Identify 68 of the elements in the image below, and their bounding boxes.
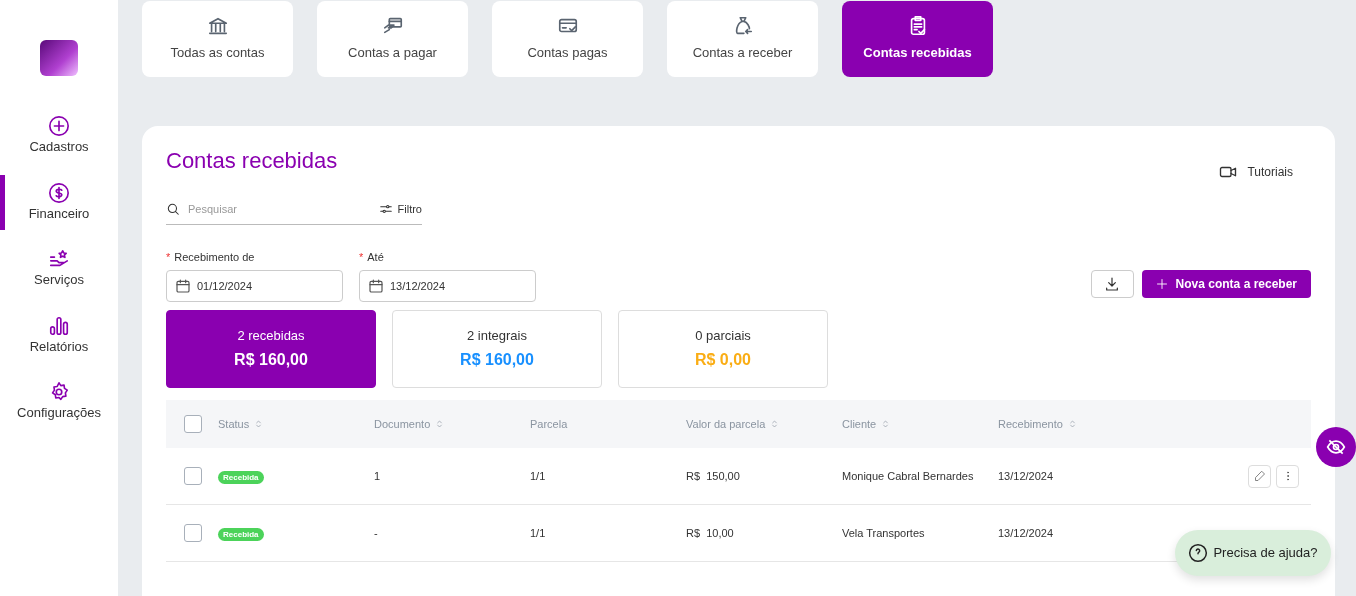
search-field[interactable]: Pesquisar Filtro <box>166 196 422 225</box>
summary-count: 2 recebidas <box>237 327 305 346</box>
column-header: Valor da parcela <box>686 416 766 432</box>
date-field[interactable]: 01/12/2024 <box>166 270 343 302</box>
sidebar-item[interactable]: Financeiro <box>0 174 118 230</box>
more-button[interactable] <box>1276 464 1299 488</box>
app-logo <box>40 40 78 76</box>
plus-icon <box>1155 278 1168 290</box>
table-cell: 1 <box>374 469 381 482</box>
sidebar-item[interactable]: Relatórios <box>0 307 118 363</box>
tab[interactable]: Contas recebidas <box>842 1 993 77</box>
required-marker: * <box>359 249 364 265</box>
table-cell: 1/1 <box>530 526 546 539</box>
tab[interactable]: Contas pagas <box>492 1 643 77</box>
status-badge: Recebida <box>218 470 264 484</box>
tab[interactable]: Contas a receber <box>667 1 818 77</box>
table-cell: 1/1 <box>530 469 546 482</box>
required-marker: * <box>166 249 171 265</box>
download-icon <box>1104 276 1121 292</box>
select-all-checkbox[interactable] <box>184 415 202 433</box>
help-circle-icon <box>1188 543 1209 563</box>
calendar-icon <box>368 278 384 294</box>
search-icon <box>166 202 180 217</box>
summary-amount: R$ 160,00 <box>460 349 534 370</box>
pencil-icon <box>1253 470 1266 482</box>
page-title: Contas recebidas <box>166 148 338 175</box>
sidebar-item[interactable]: Cadastros <box>0 108 118 164</box>
table-cell: R$ 150,00 <box>686 469 740 482</box>
summary-count: 2 integrais <box>467 327 527 346</box>
column-header: Status <box>218 416 250 432</box>
sidebar-item[interactable]: Serviços <box>0 241 118 297</box>
download-button[interactable] <box>1090 270 1134 298</box>
table-cell: 13/12/2024 <box>998 469 1054 482</box>
sidebar-item[interactable]: Configurações <box>0 374 118 430</box>
field-label: Recebimento de <box>174 249 255 265</box>
table-cell: Monique Cabral Bernardes <box>842 469 974 482</box>
summary-card[interactable]: 2 integrais R$ 160,00 <box>392 310 602 388</box>
tutorials-link[interactable]: Tutoriais <box>1211 162 1299 182</box>
dollar-circle-icon <box>48 181 70 204</box>
eye-off-icon <box>1326 437 1346 457</box>
table-cell: Vela Transportes <box>842 526 925 539</box>
row-checkbox[interactable] <box>184 467 202 485</box>
row-checkbox[interactable] <box>184 524 202 542</box>
summary-count: 0 parciais <box>695 327 751 346</box>
date-field[interactable]: 13/12/2024 <box>359 270 536 302</box>
filter-button[interactable]: Filtro <box>378 201 422 218</box>
column-header: Recebimento <box>998 416 1063 432</box>
column-header: Parcela <box>530 416 568 432</box>
summary-card[interactable]: 0 parciais R$ 0,00 <box>618 310 828 388</box>
field-label: Até <box>367 249 384 265</box>
table-cell: 13/12/2024 <box>998 526 1054 539</box>
column-header: Cliente <box>842 416 877 432</box>
tab[interactable]: Contas a pagar <box>317 1 468 77</box>
column-header: Documento <box>374 416 431 432</box>
status-badge: Recebida <box>218 527 264 541</box>
summary-card[interactable]: 2 recebidas R$ 160,00 <box>166 310 376 388</box>
hide-values-button[interactable] <box>1316 427 1356 467</box>
summary-amount: R$ 0,00 <box>694 349 751 370</box>
calendar-icon <box>175 278 191 294</box>
help-button[interactable]: Precisa de ajuda? <box>1175 530 1331 576</box>
bar-chart-icon <box>48 314 70 337</box>
table-cell: R$ 10,00 <box>686 526 734 539</box>
tab[interactable]: Todas as contas <box>142 1 293 77</box>
edit-button[interactable] <box>1248 464 1271 488</box>
plus-circle-icon <box>48 115 70 137</box>
table-cell: - <box>374 526 378 539</box>
new-account-button[interactable]: Nova conta a receber <box>1141 270 1311 298</box>
summary-amount: R$ 160,00 <box>234 349 308 370</box>
